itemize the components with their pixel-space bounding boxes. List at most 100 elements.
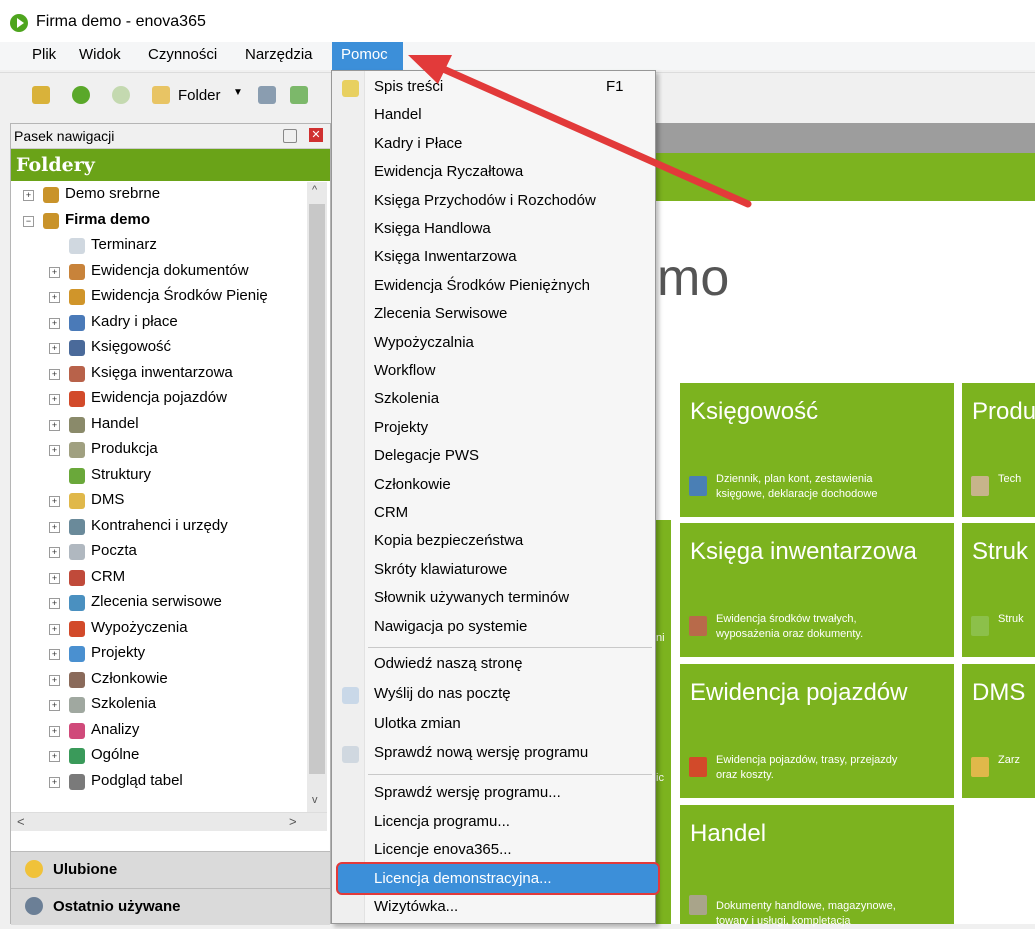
help-menu-item[interactable]: Sprawdź nową wersję programu — [374, 744, 588, 761]
tree-item[interactable]: + Kadry i płace — [11, 312, 307, 337]
tree-item[interactable]: + Handel — [11, 414, 307, 439]
help-menu-item[interactable]: Szkolenia — [374, 390, 439, 407]
tree-item[interactable]: + Demo srebrne — [11, 184, 307, 209]
help-menu-item[interactable]: Workflow — [374, 362, 435, 379]
tree-icon[interactable] — [290, 86, 308, 104]
menu-plik[interactable]: Plik — [32, 46, 56, 63]
chevron-down-icon[interactable]: ▼ — [233, 87, 243, 98]
vertical-scrollbar[interactable]: ^ v — [307, 182, 327, 812]
collapse-icon[interactable]: − — [23, 215, 34, 227]
view-icon[interactable] — [258, 86, 276, 104]
close-icon[interactable]: ✕ — [309, 128, 323, 142]
menu-czynnosci[interactable]: Czynności — [148, 46, 217, 63]
tree-item[interactable]: + Poczta — [11, 541, 307, 566]
help-menu-item[interactable]: Księga Przychodów i Rozchodów — [374, 192, 596, 209]
menu-item-demo-license[interactable]: Licencja demonstracyjna... — [374, 870, 552, 887]
back-icon[interactable] — [72, 86, 90, 104]
tile-handel[interactable]: Handel Dokumenty handlowe, magazynowe, t… — [680, 805, 954, 927]
tree-item[interactable]: + Członkowie — [11, 669, 307, 694]
menu-widok[interactable]: Widok — [79, 46, 121, 63]
help-menu-item[interactable]: Wyślij do nas pocztę — [374, 685, 511, 702]
horizontal-scrollbar[interactable]: < > — [11, 812, 327, 831]
tree-item[interactable]: + Wypożyczenia — [11, 618, 307, 643]
expand-icon[interactable]: + — [49, 394, 60, 405]
help-menu-item[interactable]: Spis treści — [374, 78, 443, 95]
folder-button[interactable]: Folder — [178, 87, 221, 104]
tree-item[interactable]: + Analizy — [11, 720, 307, 745]
help-menu-item[interactable]: Zlecenia Serwisowe — [374, 305, 507, 322]
help-menu-item[interactable]: Kopia bezpieczeństwa — [374, 532, 523, 549]
tree-item[interactable]: + Ogólne — [11, 745, 307, 770]
forward-icon[interactable] — [112, 86, 130, 104]
expand-icon[interactable]: + — [49, 368, 60, 380]
expand-icon[interactable]: + — [49, 700, 60, 711]
tree-item[interactable]: + Szkolenia — [11, 694, 307, 719]
expand-icon[interactable]: + — [49, 776, 60, 788]
help-menu-item[interactable]: Sprawdź wersję programu... — [374, 784, 561, 801]
help-menu-item[interactable]: Ulotka zmian — [374, 715, 461, 732]
expand-icon[interactable]: + — [49, 623, 60, 635]
expand-icon[interactable]: + — [49, 496, 60, 507]
tree-item[interactable]: + Księga inwentarzowa — [11, 363, 307, 388]
help-menu-item[interactable]: Licencje enova365... — [374, 841, 512, 858]
expand-icon[interactable]: + — [49, 317, 60, 329]
scroll-up-icon[interactable]: ^ — [312, 184, 317, 196]
tree-item[interactable]: + Projekty — [11, 643, 307, 668]
recent-button[interactable]: Ostatnio używane — [11, 888, 330, 925]
expand-icon[interactable]: + — [49, 547, 60, 558]
scroll-thumb[interactable] — [309, 204, 325, 774]
help-menu-item[interactable]: Członkowie — [374, 476, 451, 493]
tree-item[interactable]: + Ewidencja Środków Pienię — [11, 286, 307, 311]
help-menu-item[interactable]: Projekty — [374, 419, 428, 436]
help-menu-item[interactable]: Licencja programu... — [374, 813, 510, 830]
help-menu-item[interactable]: Nawigacja po systemie — [374, 618, 527, 635]
tile-struktury[interactable]: Struk Struk — [962, 523, 1035, 657]
tree-item[interactable]: Terminarz — [11, 235, 307, 260]
pin-icon[interactable] — [283, 129, 297, 143]
expand-icon[interactable]: + — [49, 674, 60, 686]
expand-icon[interactable]: + — [49, 419, 60, 431]
tree-item[interactable]: + Ewidencja dokumentów — [11, 261, 307, 286]
expand-icon[interactable]: + — [49, 343, 60, 354]
expand-icon[interactable]: + — [49, 649, 60, 660]
up-folder-icon[interactable] — [32, 86, 50, 104]
tile-ksiega-inwentarzowa[interactable]: Księga inwentarzowa Ewidencja środków tr… — [680, 523, 954, 657]
tree-item[interactable]: Struktury — [11, 465, 307, 490]
expand-icon[interactable]: + — [49, 598, 60, 609]
tree-item[interactable]: − Firma demo — [11, 210, 307, 235]
help-menu-item[interactable]: Kadry i Płace — [374, 135, 462, 152]
expand-icon[interactable]: + — [49, 266, 60, 278]
help-menu-item[interactable]: Ewidencja Ryczałtowa — [374, 163, 523, 180]
expand-icon[interactable]: + — [49, 751, 60, 762]
help-menu-item[interactable]: Księga Inwentarzowa — [374, 248, 517, 265]
expand-icon[interactable]: + — [23, 190, 34, 201]
help-menu-item[interactable]: Delegacje PWS — [374, 447, 479, 464]
expand-icon[interactable]: + — [49, 572, 60, 584]
help-menu-item[interactable]: CRM — [374, 504, 408, 521]
help-menu-item[interactable]: Odwiedź naszą stronę — [374, 655, 522, 672]
tree-item[interactable]: + CRM — [11, 567, 307, 592]
help-menu-item[interactable]: Wypożyczalnia — [374, 334, 474, 351]
menu-narzedzia[interactable]: Narzędzia — [245, 46, 313, 63]
tree-item[interactable]: + Zlecenia serwisowe — [11, 592, 307, 617]
expand-icon[interactable]: + — [49, 445, 60, 456]
tile-ksiegowosc[interactable]: Księgowość Dziennik, plan kont, zestawie… — [680, 383, 954, 517]
scroll-right-icon[interactable]: > — [289, 814, 297, 829]
menu-pomoc[interactable]: Pomoc — [332, 42, 403, 70]
tile-ewidencja-pojazdow[interactable]: Ewidencja pojazdów Ewidencja pojazdów, t… — [680, 664, 954, 798]
tree-item[interactable]: + Księgowość — [11, 337, 307, 362]
tree-item[interactable]: + Kontrahenci i urzędy — [11, 516, 307, 541]
scroll-left-icon[interactable]: < — [17, 814, 25, 829]
help-menu-item[interactable]: Skróty klawiaturowe — [374, 561, 507, 578]
scroll-down-icon[interactable]: v — [312, 794, 318, 806]
help-menu-item[interactable]: Handel — [374, 106, 422, 123]
tile-dms[interactable]: DMS Zarz — [962, 664, 1035, 798]
help-menu-item[interactable]: Ewidencja Środków Pieniężnych — [374, 277, 590, 294]
tree-item[interactable]: + Produkcja — [11, 439, 307, 464]
tree-item[interactable]: + Ewidencja pojazdów — [11, 388, 307, 413]
tree-item[interactable]: + Podgląd tabel — [11, 771, 307, 796]
expand-icon[interactable]: + — [49, 292, 60, 303]
tree-item[interactable]: + DMS — [11, 490, 307, 515]
expand-icon[interactable]: + — [49, 521, 60, 533]
favorites-button[interactable]: Ulubione — [11, 851, 330, 888]
